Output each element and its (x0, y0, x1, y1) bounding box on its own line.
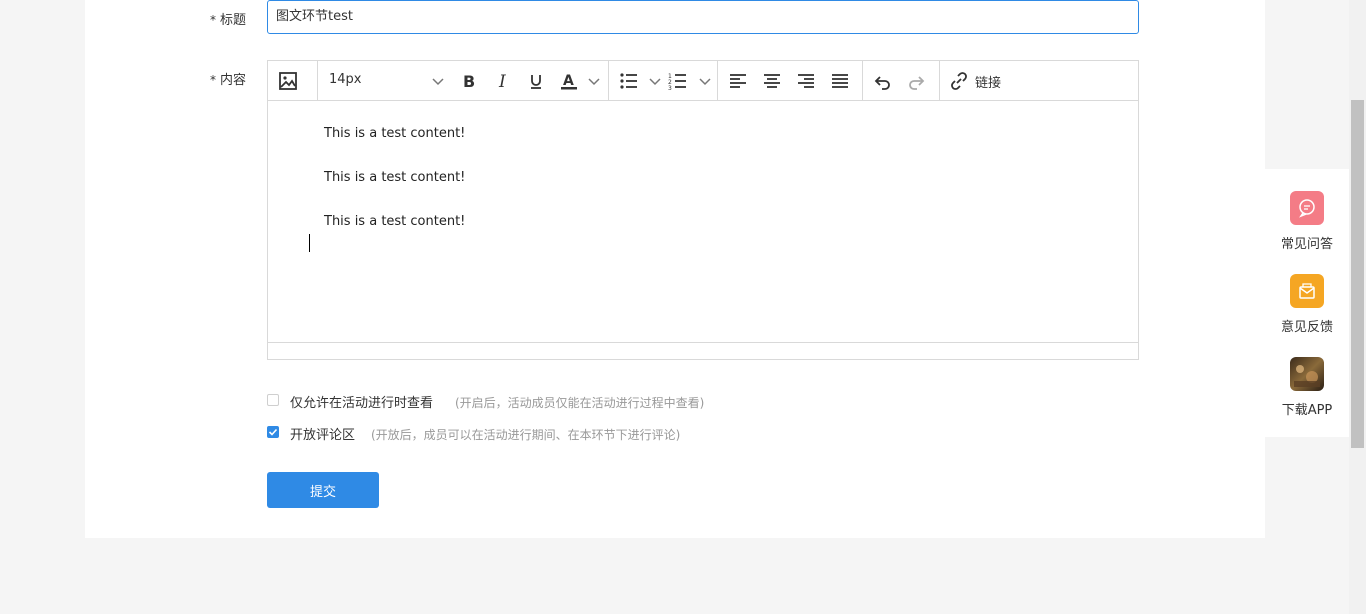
link-icon (945, 67, 973, 95)
rich-text-editor: 14px B I A 123 链接 This is a test content… (267, 60, 1139, 360)
justify-icon[interactable] (826, 67, 854, 95)
toolbar-group-history (862, 61, 940, 100)
italic-icon[interactable]: I (489, 67, 517, 95)
required-mark: * (210, 73, 216, 87)
undo-icon[interactable] (868, 67, 896, 95)
redo-icon[interactable] (903, 67, 931, 95)
content-label: * 内容 (210, 69, 246, 88)
bullet-list-icon[interactable] (615, 67, 643, 95)
title-label: * 标题 (210, 9, 246, 28)
feedback-label: 意见反馈 (1280, 320, 1333, 335)
text-caret (309, 234, 310, 252)
svg-text:3: 3 (668, 85, 672, 90)
open-comments-label: 开放评论区 (290, 428, 356, 443)
toolbar-group-format: B I A (457, 61, 609, 100)
toolbar-group-align (717, 61, 863, 100)
editor-footer-divider (268, 342, 1138, 343)
chevron-down-icon (432, 78, 444, 86)
open-comments-hint: (开放后，成员可以在活动进行期间、在本环节下进行评论) (371, 428, 681, 442)
required-mark: * (210, 13, 216, 27)
align-center-icon[interactable] (758, 67, 786, 95)
page-scrollbar[interactable] (1349, 0, 1366, 614)
view-during-activity-checkbox[interactable] (267, 394, 279, 406)
image-icon[interactable] (274, 67, 302, 95)
app-thumbnail-icon (1290, 357, 1324, 391)
chevron-down-icon[interactable] (698, 74, 712, 88)
content-paragraph: This is a test content! (324, 214, 466, 229)
align-left-icon[interactable] (724, 67, 752, 95)
chevron-down-icon[interactable] (648, 74, 662, 88)
faq-label: 常见问答 (1280, 237, 1333, 252)
faq-button[interactable]: 常见问答 (1265, 191, 1349, 252)
editor-toolbar: 14px B I A 123 链接 (268, 61, 1138, 101)
font-size-value: 14px (329, 72, 362, 87)
link-button[interactable]: 链接 (939, 61, 1029, 100)
side-panel: 常见问答 意见反馈 下载APP (1265, 169, 1349, 437)
chevron-down-icon[interactable] (587, 74, 601, 88)
toolbar-group-lists: 123 (608, 61, 718, 100)
title-label-text: 标题 (220, 13, 247, 28)
view-during-activity-hint: (开启后，活动成员仅能在活动进行过程中查看) (455, 396, 705, 410)
link-label: 链接 (975, 76, 1002, 91)
submit-button[interactable]: 提交 (267, 472, 379, 508)
title-input[interactable] (267, 0, 1139, 34)
content-paragraph: This is a test content! (324, 126, 466, 141)
font-color-icon[interactable]: A (555, 67, 583, 95)
content-label-text: 内容 (220, 73, 247, 88)
download-app-label: 下载APP (1281, 403, 1333, 418)
underline-icon[interactable] (522, 67, 550, 95)
faq-chat-icon (1290, 191, 1324, 225)
open-comments-checkbox[interactable] (267, 426, 279, 438)
svg-text:B: B (463, 72, 475, 90)
svg-text:A: A (563, 73, 574, 89)
check-icon (268, 428, 278, 436)
font-size-select[interactable]: 14px (317, 61, 457, 100)
view-during-activity-label: 仅允许在活动进行时查看 (290, 396, 434, 411)
feedback-button[interactable]: 意见反馈 (1265, 274, 1349, 335)
editor-content[interactable]: This is a test content! This is a test c… (268, 101, 1138, 341)
numbered-list-icon[interactable]: 123 (664, 67, 692, 95)
align-right-icon[interactable] (792, 67, 820, 95)
bold-icon[interactable]: B (454, 67, 482, 95)
toolbar-group-image (268, 61, 318, 100)
content-paragraph: This is a test content! (324, 170, 466, 185)
feedback-mail-icon (1290, 274, 1324, 308)
scrollbar-thumb[interactable] (1351, 100, 1364, 448)
download-app-button[interactable]: 下载APP (1265, 357, 1349, 418)
svg-text:I: I (498, 72, 506, 90)
